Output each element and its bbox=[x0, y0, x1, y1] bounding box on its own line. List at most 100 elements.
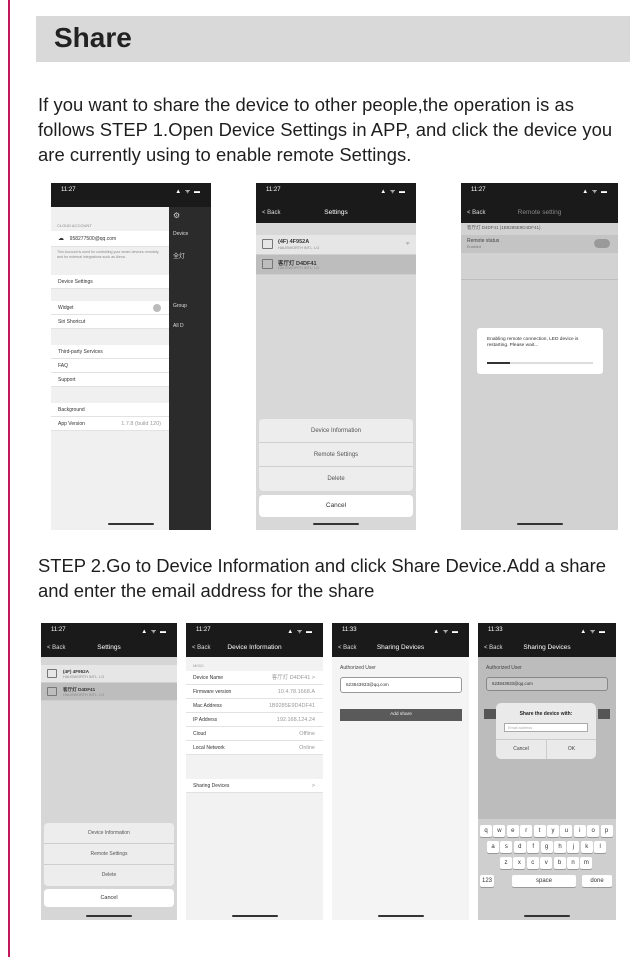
remote-toggle[interactable] bbox=[594, 239, 610, 248]
device-sub: HAUSWORTH INTL. LG bbox=[278, 246, 320, 250]
back-button[interactable]: < Back bbox=[467, 203, 486, 223]
sheet-remote-settings[interactable]: Remote Settings bbox=[259, 443, 413, 467]
status-time: 11:27 bbox=[471, 187, 486, 193]
account-note: This Account is used for controlling you… bbox=[57, 250, 160, 259]
side-device-item[interactable]: 全灯 bbox=[173, 251, 185, 260]
phone-screenshot-remote-setting: 11:27 ▲ ᯤ ▬ < Back Remote setting 客厅灯 D4… bbox=[461, 183, 618, 530]
back-button[interactable]: < Back bbox=[47, 639, 66, 657]
keyboard-key[interactable]: s bbox=[500, 841, 513, 853]
keyboard-key[interactable]: space bbox=[512, 875, 576, 887]
sheet-delete[interactable]: Delete bbox=[44, 865, 174, 886]
phone-screenshot-settings-sheet: 11:27 ▲ ᯤ ▬ < Back Settings (4F) 4F952A … bbox=[256, 183, 416, 530]
keyboard-key[interactable]: v bbox=[540, 857, 553, 869]
keyboard-key[interactable]: l bbox=[594, 841, 607, 853]
action-sheet: Device Information Remote Settings Delet… bbox=[44, 823, 174, 886]
faq-row[interactable]: FAQ bbox=[51, 359, 169, 373]
device-sub: HAUSWORTH INTL. LG bbox=[278, 266, 320, 270]
sheet-remote-settings[interactable]: Remote Settings bbox=[44, 844, 174, 865]
keyboard-key[interactable]: m bbox=[580, 857, 593, 869]
device-row-1[interactable]: (4F) 4F952A HAUSWORTH INTL. LG ᯤ bbox=[256, 235, 416, 255]
info-row: IP Address 192.168.124.24 bbox=[186, 713, 323, 727]
section-header: Share bbox=[36, 16, 630, 62]
info-row[interactable]: Device Name 客厅灯 D4DF41 > bbox=[186, 671, 323, 685]
sheet-delete[interactable]: Delete bbox=[259, 467, 413, 491]
info-row-value: Online bbox=[299, 745, 315, 751]
keyboard-key[interactable]: u bbox=[560, 825, 573, 837]
device-row-1[interactable]: (4F) 4F952A HAUSWORTH INTL. LG bbox=[41, 665, 177, 683]
add-share-button[interactable]: Add share bbox=[340, 709, 462, 721]
third-party-row[interactable]: Third-party Services bbox=[51, 345, 169, 359]
add-share-left-edge bbox=[484, 709, 496, 719]
keyboard-key[interactable]: j bbox=[567, 841, 580, 853]
keyboard-key[interactable]: done bbox=[582, 875, 612, 887]
home-indicator bbox=[108, 523, 154, 525]
keyboard-key[interactable]: h bbox=[554, 841, 566, 853]
keyboard-key[interactable]: k bbox=[580, 841, 593, 853]
keyboard-key[interactable]: o bbox=[587, 825, 600, 837]
cancel-button[interactable]: Cancel bbox=[44, 889, 174, 907]
authorized-user-email[interactable]: 623843933@qq.com bbox=[340, 677, 462, 693]
app-version-row: App Version 1.7.8 (build 120) bbox=[51, 417, 169, 431]
cancel-button[interactable]: Cancel bbox=[259, 495, 413, 517]
nav-bar: < Back Remote setting bbox=[461, 203, 618, 223]
back-button[interactable]: < Back bbox=[262, 203, 281, 223]
info-row: Firmware version 10.4.78.1668.A bbox=[186, 685, 323, 699]
keyboard-key[interactable]: w bbox=[493, 825, 506, 837]
progress-track bbox=[487, 362, 593, 364]
support-row[interactable]: Support bbox=[51, 373, 169, 387]
keyboard-key[interactable]: f bbox=[527, 841, 540, 853]
keyboard-key[interactable]: d bbox=[513, 841, 526, 853]
keyboard-key[interactable]: x bbox=[513, 857, 526, 869]
keyboard-key[interactable]: t bbox=[533, 825, 546, 837]
back-button[interactable]: < Back bbox=[338, 639, 357, 657]
device-settings-row[interactable]: Device Settings bbox=[51, 275, 169, 289]
back-button[interactable]: < Back bbox=[484, 639, 503, 657]
device-row-2[interactable]: 客厅灯 D4DF41 HAUSWORTH INTL. LG bbox=[41, 683, 177, 701]
share-cancel-button[interactable]: Cancel bbox=[496, 740, 546, 759]
nav-title: Remote setting bbox=[517, 209, 562, 216]
info-row-label: Local Network bbox=[193, 745, 225, 751]
keyboard-key[interactable]: q bbox=[480, 825, 492, 837]
keyboard-key[interactable]: a bbox=[487, 841, 499, 853]
device-sub: HAUSWORTH INTL. LG bbox=[63, 675, 105, 679]
keyboard-key[interactable]: y bbox=[547, 825, 559, 837]
keyboard-key[interactable]: 123 bbox=[480, 875, 494, 887]
account-row[interactable]: ☁ 958277500@qq.com bbox=[51, 231, 169, 247]
siri-shortcut-row[interactable]: Siri Shortcut bbox=[51, 315, 169, 329]
side-all-item[interactable]: All D bbox=[173, 323, 184, 329]
widget-row[interactable]: Widget bbox=[51, 301, 169, 315]
keyboard-key[interactable]: i bbox=[573, 825, 586, 837]
nav-bar: < Back Settings bbox=[41, 639, 177, 657]
step2-text: STEP 2.Go to Device Information and clic… bbox=[38, 555, 607, 601]
status-time: 11:33 bbox=[342, 627, 357, 633]
nav-bar: < Back Sharing Devices bbox=[332, 639, 469, 657]
side-drawer: ⚙ Device 全灯 Group All D bbox=[169, 207, 211, 530]
sheet-device-information[interactable]: Device Information bbox=[259, 419, 413, 443]
status-icons: ▲ ᯤ ▬ bbox=[433, 629, 459, 635]
back-button[interactable]: < Back bbox=[192, 639, 211, 657]
keyboard-key[interactable]: z bbox=[500, 857, 512, 869]
gear-icon[interactable]: ⚙ bbox=[173, 211, 180, 220]
keyboard-key[interactable]: p bbox=[600, 825, 613, 837]
remote-status-row: Remote status Enabled bbox=[461, 235, 618, 253]
sheet-device-information[interactable]: Device Information bbox=[44, 823, 174, 844]
background-row[interactable]: Background bbox=[51, 403, 169, 417]
device-name: (4F) 4F952A bbox=[63, 669, 90, 674]
share-email-input[interactable]: Email address bbox=[504, 723, 588, 732]
share-ok-button[interactable]: OK bbox=[546, 740, 596, 759]
keyboard-key[interactable]: b bbox=[553, 857, 566, 869]
nav-title: Sharing Devices bbox=[523, 644, 571, 651]
keyboard-key[interactable]: g bbox=[540, 841, 553, 853]
keyboard-key[interactable]: c bbox=[526, 857, 539, 869]
info-row-label: Cloud bbox=[193, 731, 207, 737]
status-icons: ▲ ᯤ ▬ bbox=[582, 189, 608, 195]
nav-bar: < Back Settings bbox=[256, 203, 416, 223]
keyboard-key[interactable]: n bbox=[567, 857, 579, 869]
home-indicator bbox=[516, 523, 563, 525]
keyboard-key[interactable]: r bbox=[520, 825, 533, 837]
device-row-2[interactable]: 客厅灯 D4DF41 HAUSWORTH INTL. LG bbox=[256, 255, 416, 275]
sharing-devices-row[interactable]: Sharing Devices > bbox=[186, 779, 323, 793]
status-icons: ▲ ᯤ ▬ bbox=[580, 629, 606, 635]
authorized-user-email[interactable]: 623843933@qq.com bbox=[486, 677, 608, 691]
keyboard-key[interactable]: e bbox=[506, 825, 519, 837]
